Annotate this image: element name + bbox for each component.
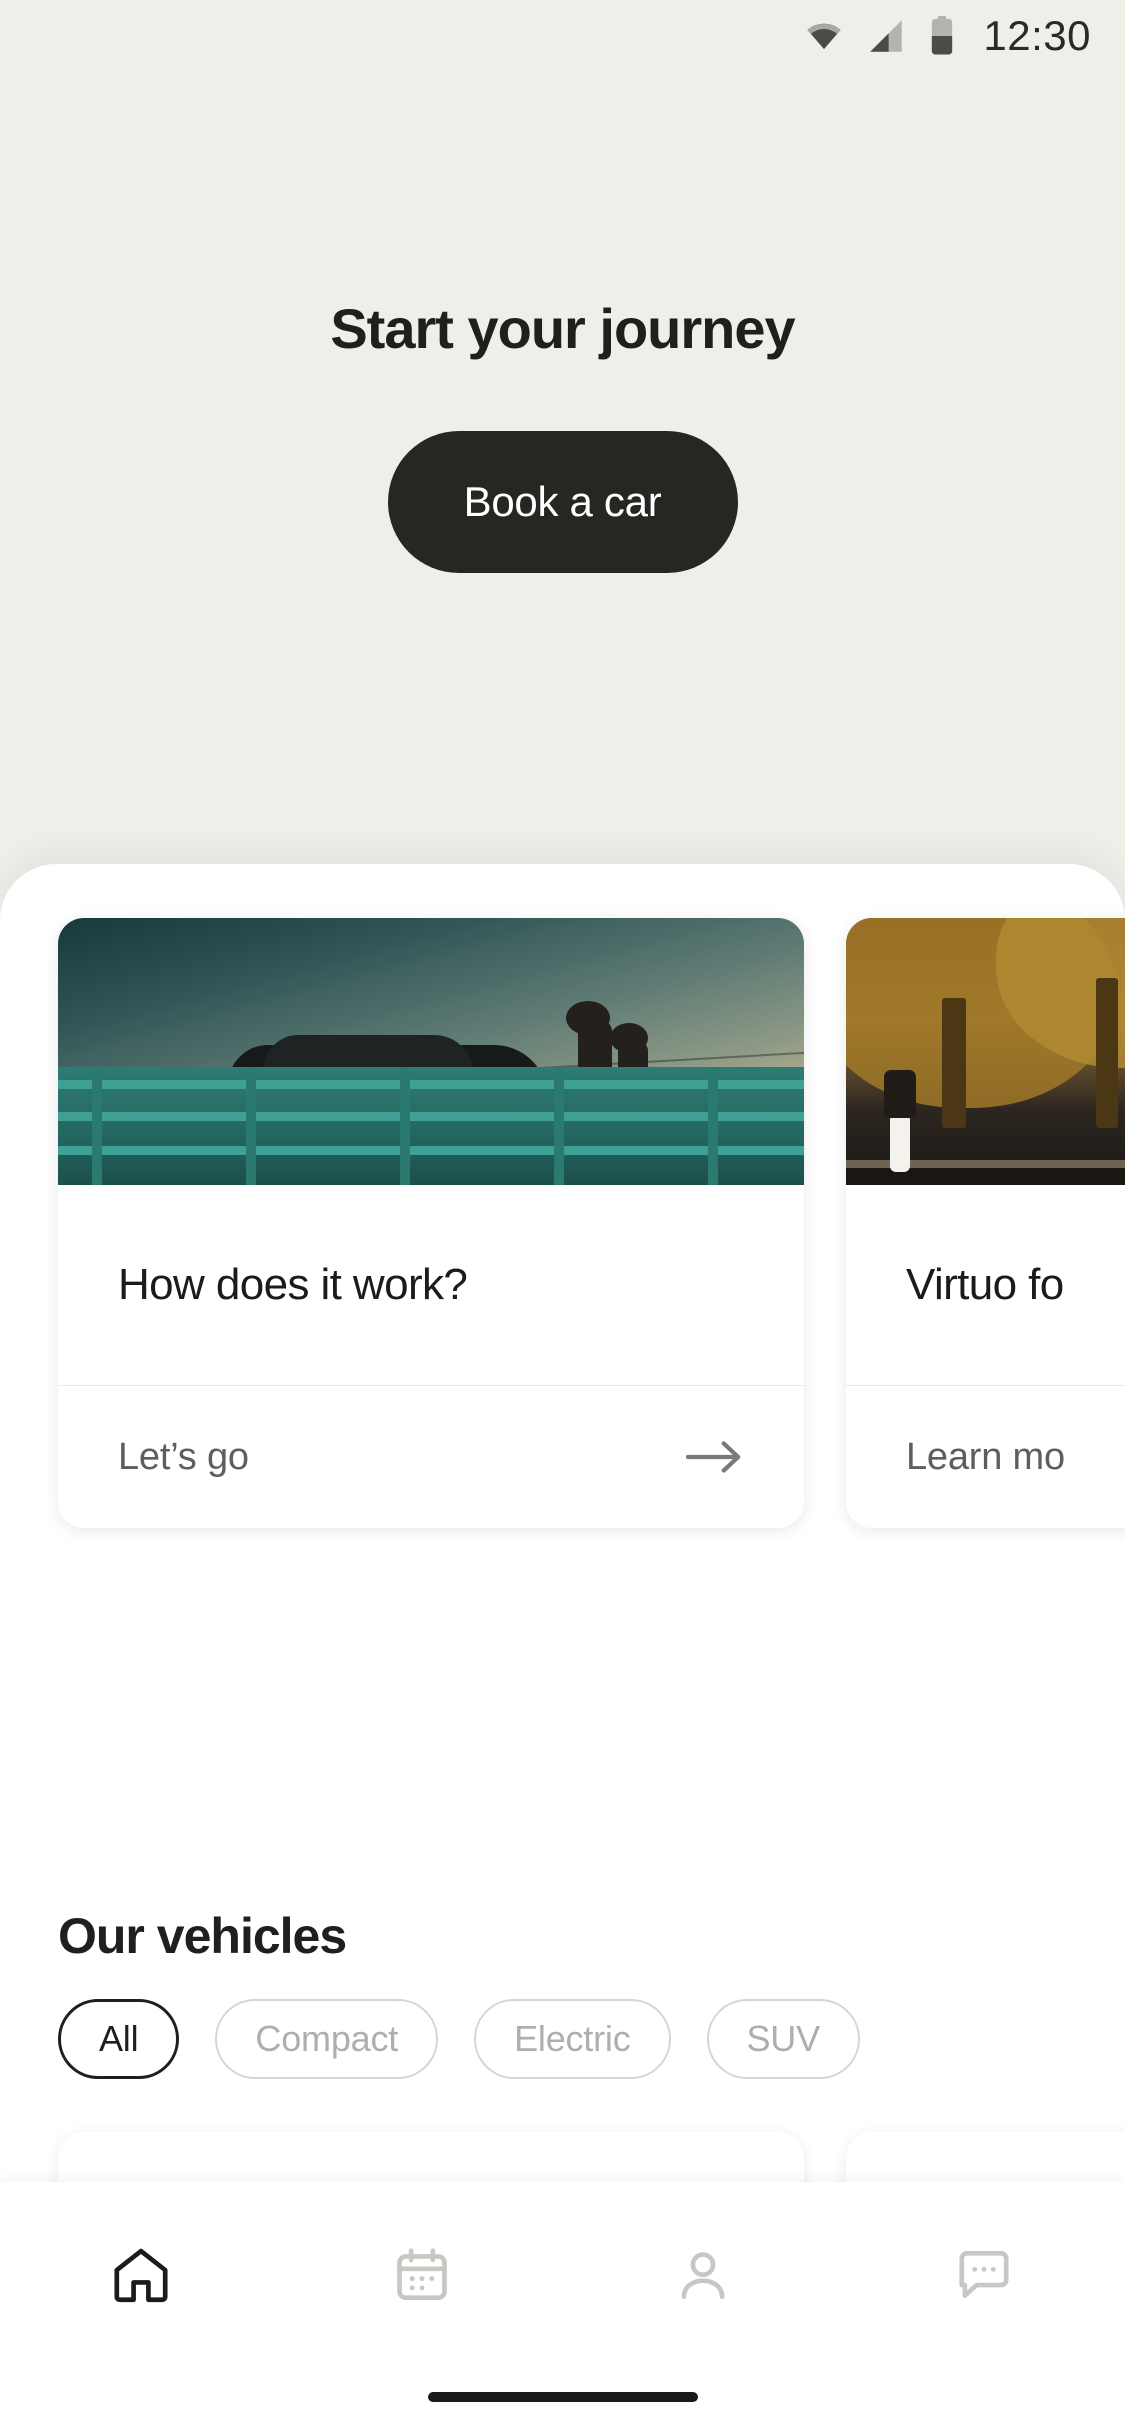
- filter-chip-electric[interactable]: Electric: [474, 1999, 670, 2079]
- page-title: Start your journey: [330, 296, 794, 361]
- content-sheet: How does it work? Let’s go: [0, 864, 1125, 2264]
- card-image-virtuo-for: [846, 918, 1125, 1185]
- card-cta-label: Let’s go: [118, 1436, 249, 1479]
- hero-section: Start your journey Book a car: [0, 0, 1125, 880]
- person-icon: [672, 2244, 734, 2311]
- wifi-icon: [803, 15, 845, 57]
- nav-item-bookings[interactable]: [281, 2182, 562, 2372]
- filter-chip-all[interactable]: All: [58, 1999, 179, 2079]
- arrow-right-icon: [686, 1437, 744, 1477]
- bottom-navigation-bar: [0, 2182, 1125, 2436]
- section-title-our-vehicles: Our vehicles: [58, 1907, 346, 1965]
- card-cta-label: Learn mo: [906, 1436, 1065, 1479]
- nav-item-home[interactable]: [0, 2182, 281, 2372]
- chat-bubble-icon: [953, 2244, 1015, 2311]
- card-title: Virtuo fo: [906, 1260, 1064, 1310]
- status-bar-clock: 12:30: [983, 12, 1091, 60]
- battery-icon: [927, 15, 957, 57]
- info-card-carousel[interactable]: How does it work? Let’s go: [0, 918, 1125, 1528]
- card-body: How does it work?: [58, 1185, 804, 1385]
- vehicle-filter-chips[interactable]: All Compact Electric SUV: [58, 1999, 860, 2079]
- card-footer[interactable]: Let’s go: [58, 1386, 804, 1528]
- card-image-how-it-works: [58, 918, 804, 1185]
- info-card[interactable]: Virtuo fo Learn mo: [846, 918, 1125, 1528]
- book-a-car-button[interactable]: Book a car: [388, 431, 738, 573]
- nav-item-profile[interactable]: [563, 2182, 844, 2372]
- nav-item-chat[interactable]: [844, 2182, 1125, 2372]
- status-bar: 12:30: [0, 0, 1125, 72]
- home-icon: [108, 2242, 174, 2313]
- calendar-icon: [391, 2244, 453, 2311]
- card-body: Virtuo fo: [846, 1185, 1125, 1385]
- filter-chip-compact[interactable]: Compact: [215, 1999, 438, 2079]
- card-title: How does it work?: [118, 1260, 467, 1310]
- gesture-home-indicator[interactable]: [428, 2392, 698, 2402]
- info-card[interactable]: How does it work? Let’s go: [58, 918, 804, 1528]
- filter-chip-suv[interactable]: SUV: [707, 1999, 860, 2079]
- card-footer[interactable]: Learn mo: [846, 1386, 1125, 1528]
- cellular-signal-icon: [865, 15, 907, 57]
